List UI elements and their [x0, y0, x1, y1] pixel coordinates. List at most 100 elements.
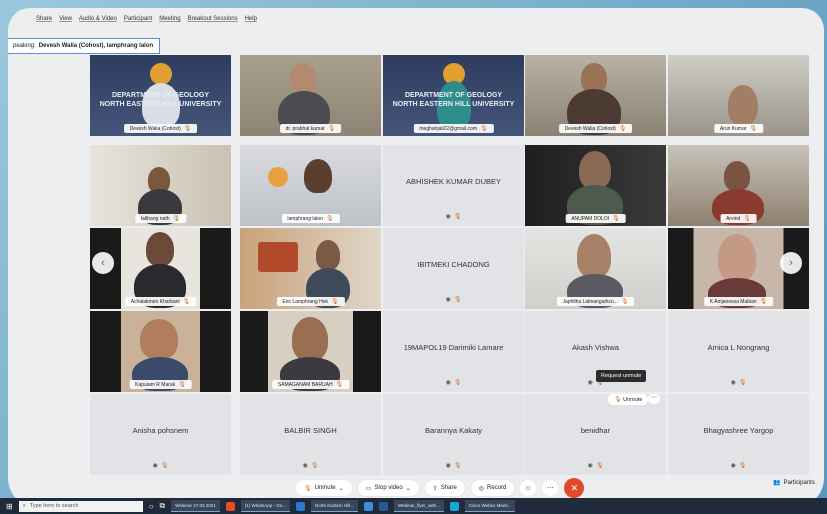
taskbar-item-label: Cisco Webex Meeti...	[468, 503, 512, 508]
mic-muted-icon: 🎙	[330, 299, 339, 305]
video-tile-active-speaker[interactable]: Devesh Walia (Cohost) 🎙	[525, 55, 666, 136]
close-icon: ✕	[570, 482, 579, 493]
mic-muted-icon: 🎙	[182, 299, 191, 305]
taskbar-item-label: North Eastern Hill...	[314, 503, 354, 508]
menu-breakout-sessions[interactable]: Breakout Sessions	[188, 16, 238, 22]
end-meeting-button[interactable]: ✕	[564, 478, 585, 498]
participant-figure	[290, 63, 316, 93]
record-label: Record	[487, 485, 507, 491]
participant-tile-no-video[interactable]: 19MAPOL19 Darimiki Lamare ◉ 🎙	[383, 311, 524, 392]
reactions-button[interactable]: ☺	[520, 480, 537, 496]
mic-muted-icon: 🎙	[160, 463, 169, 469]
previous-page-button[interactable]: ‹	[92, 252, 114, 274]
participant-unmute-button[interactable]: 🎙 Unmute	[608, 394, 649, 405]
video-tile[interactable]: Arvind 🎙	[668, 145, 809, 226]
chrome-icon[interactable]	[225, 501, 235, 511]
menu-view[interactable]: View	[59, 16, 72, 22]
participant-name-tag: Japhilha Lalmangaihzu... 🎙	[556, 297, 635, 306]
participant-name: Eric Lamphrang Hek	[282, 298, 328, 305]
unmute-button[interactable]: 🎙 Unmute ⌄	[296, 480, 352, 496]
more-button[interactable]: ⋯	[542, 480, 559, 496]
video-tile[interactable]: ANUPAM DOLOI 🎙	[525, 145, 666, 226]
webex-icon[interactable]	[449, 501, 459, 511]
menu-audio-video[interactable]: Audio & Video	[79, 16, 117, 22]
more-options-button[interactable]: ⋯	[648, 394, 660, 404]
smiley-icon: ☺	[524, 484, 532, 492]
windows-start-icon[interactable]: ⊞	[6, 502, 13, 511]
windows-taskbar: ⊞ ⌕ Type here to search ○ ⧉ Webinar 27.03…	[0, 498, 827, 514]
participant-tile-no-video[interactable]: ABHISHEK KUMAR DUBEY ◉ 🎙	[383, 145, 524, 226]
stop-video-button[interactable]: ▭ Stop video ⌄	[357, 480, 419, 496]
share-button[interactable]: ⇪ Share	[424, 480, 465, 496]
participant-name: meghanjali22@gmail.com	[419, 125, 477, 132]
participant-name-tag: Arun Kumar 🎙	[713, 124, 764, 133]
word-icon[interactable]	[295, 501, 305, 511]
mic-muted-icon: 🎙	[453, 463, 462, 469]
video-tile[interactable]: Arun Kumar 🎙	[668, 55, 809, 136]
taskbar-item[interactable]: Webinar 27.03.2021	[171, 500, 220, 512]
record-button[interactable]: ◎ Record	[470, 480, 515, 496]
participant-tile-no-video[interactable]: Anisha pohsnem ◉ 🎙	[90, 394, 231, 475]
mic-muted-icon: 🎙	[178, 382, 186, 388]
participant-name: dr. prabhat kumar	[285, 125, 325, 132]
participant-name: Barannya Kakaty	[424, 426, 483, 435]
participant-name: lamphrang lalon	[287, 215, 323, 222]
next-page-button[interactable]: ›	[780, 252, 802, 274]
mic-muted-icon: 🎙	[618, 126, 627, 132]
mic-icon: 🎙	[614, 397, 622, 403]
participant-name: Kapuiam R Marak	[135, 381, 176, 388]
video-tile[interactable]: Kapuiam R Marak 🎙	[90, 311, 231, 392]
menu-help[interactable]: Help	[245, 16, 257, 22]
video-tile[interactable]: Japhilha Lalmangaihzu... 🎙	[525, 228, 666, 309]
video-tile[interactable]: lalthang nath 🎙	[90, 145, 231, 226]
video-tile[interactable]: SAMAGANAM BARUAH 🎙	[240, 311, 381, 392]
participants-button[interactable]: 👥 Participants	[773, 479, 815, 487]
chevron-right-icon: ›	[789, 257, 793, 269]
word-doc-icon[interactable]	[379, 501, 388, 511]
participant-name: Amica L Nongrang	[707, 343, 770, 352]
menu-meeting[interactable]: Meeting	[159, 16, 180, 22]
participant-tile-no-video[interactable]: Barannya Kakaty ◉ 🎙	[383, 394, 524, 475]
mic-muted-icon: 🎙	[479, 126, 488, 132]
edge-icon[interactable]	[364, 501, 373, 511]
participant-name: Arvind	[726, 215, 741, 222]
participant-name: K Amjanessa Mabian	[709, 298, 757, 305]
participant-name: benidhar	[580, 426, 611, 435]
participant-figure	[292, 317, 328, 361]
menu-share[interactable]: Share	[36, 16, 52, 22]
mic-muted-icon: 🎙	[304, 485, 312, 492]
video-tile[interactable]: Eric Lamphrang Hek 🎙	[240, 228, 381, 309]
video-off-icon: ◉	[445, 380, 451, 386]
video-tile[interactable]: dr. prabhat kumar 🎙	[240, 55, 381, 136]
menu-participant[interactable]: Participant	[124, 16, 152, 22]
taskbar-item[interactable]: North Eastern Hill...	[310, 500, 358, 512]
taskbar-item[interactable]: Webinar_flyer_with...	[394, 500, 444, 512]
participant-tile-no-video[interactable]: benidhar ◉ 🎙	[525, 394, 666, 475]
video-camera-icon: ▭	[365, 485, 372, 492]
participant-name-tag: dr. prabhat kumar 🎙	[279, 124, 342, 133]
taskbar-item[interactable]: (1) WhatsApp - Go...	[240, 500, 290, 512]
participant-figure	[304, 159, 332, 193]
participant-name: Anisha pohsnem	[132, 426, 189, 435]
chevron-down-icon: ⌄	[338, 485, 344, 492]
participant-name: ABHISHEK KUMAR DUBEY	[405, 177, 502, 186]
taskbar-item[interactable]: Cisco Webex Meeti...	[464, 500, 516, 512]
participant-tile-no-video[interactable]: BALBIR SINGH ◉ 🎙	[240, 394, 381, 475]
video-tile-active-speaker[interactable]: lamphrang lalon 🎙	[240, 145, 381, 226]
mic-muted-icon: 🎙	[620, 299, 629, 305]
participant-tile-no-video[interactable]: Amica L Nongrang ◉ 🎙	[668, 311, 809, 392]
mic-muted-icon: 🎙	[738, 380, 747, 386]
video-tile[interactable]: DEPARTMENT OF GEOLOGY NORTH EASTERN HILL…	[383, 55, 524, 136]
record-icon: ◎	[478, 485, 485, 492]
taskbar-search[interactable]: ⌕ Type here to search	[18, 500, 143, 512]
cortana-icon[interactable]: ○	[149, 502, 154, 511]
participant-name-tag: Arvind 🎙	[720, 214, 757, 223]
participant-tile-no-video[interactable]: IBITMEKI CHADONG ◉ 🎙	[383, 228, 524, 309]
participant-name-tag: Kapuiam R Marak 🎙	[129, 380, 192, 389]
mic-muted-icon: 🎙	[325, 216, 334, 222]
participant-name: Arun Kumar	[719, 125, 747, 132]
participant-name: IBITMEKI CHADONG	[417, 260, 490, 269]
participant-tile-no-video[interactable]: Bhagyashree Yargop ◉ 🎙	[668, 394, 809, 475]
video-tile[interactable]: DEPARTMENT OF GEOLOGY NORTH EASTERN HILL…	[90, 55, 231, 136]
task-view-icon[interactable]: ⧉	[160, 501, 166, 511]
